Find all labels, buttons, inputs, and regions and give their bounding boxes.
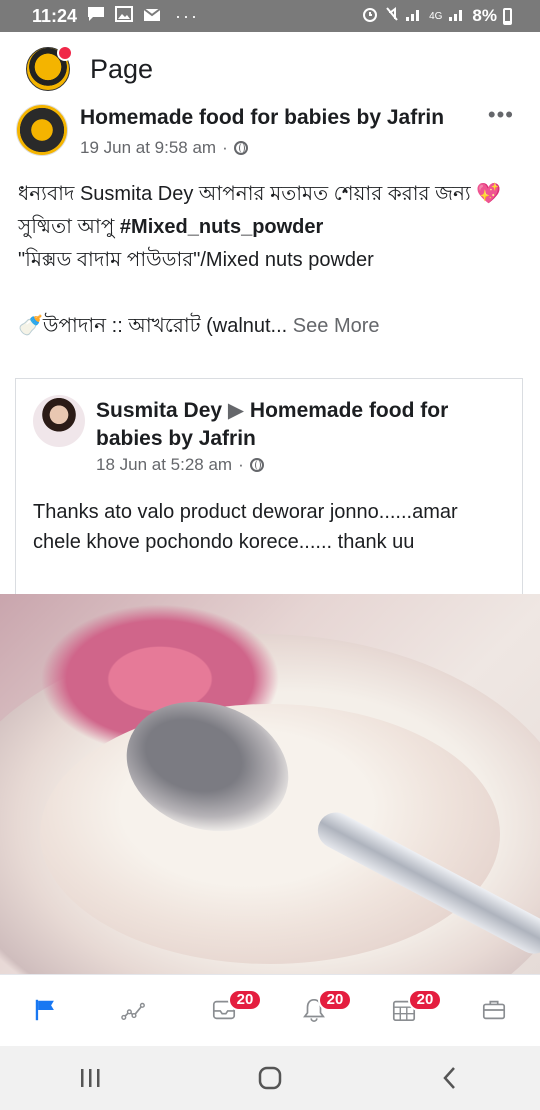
post-author-name[interactable]: Homemade food for babies by Jafrin: [80, 106, 444, 130]
back-button[interactable]: [420, 1058, 480, 1098]
signal-icon-2: [448, 6, 466, 27]
signal-icon: [405, 6, 423, 27]
arrow-right-icon: ▶: [227, 399, 245, 422]
text-segment: ধন্যবাদ: [18, 183, 80, 205]
post-line-blank: [18, 277, 518, 310]
tab-calendar[interactable]: 20: [384, 989, 442, 1029]
recents-button[interactable]: [60, 1058, 120, 1098]
post-meta: 19 Jun at 9:58 am ·: [80, 138, 248, 158]
shared-post-text: Thanks ato valo product deworar jonno...…: [33, 501, 458, 553]
see-more-link[interactable]: See More: [293, 315, 380, 337]
mail-icon: [143, 6, 161, 27]
notification-dot: [57, 45, 73, 61]
status-time: 11:24: [32, 5, 78, 26]
post-header: Homemade food for babies by Jafrin 19 Ju…: [0, 100, 540, 166]
text-segment: সুষ্মিতা আপু: [18, 216, 120, 238]
hashtag-link[interactable]: #Mixed_nuts_powder: [120, 216, 323, 238]
bottom-tab-bar: 20 20 20: [0, 974, 540, 1046]
text-segment: উপাদান :: আখরোট (walnut...: [42, 315, 288, 337]
image-icon: [115, 5, 134, 27]
back-icon: [443, 1067, 455, 1089]
globe-icon: [233, 141, 248, 155]
shared-post-title: Susmita Dey ▶ Homemade food for babies b…: [96, 397, 496, 453]
flag-icon: [35, 999, 54, 1021]
globe-icon: [249, 458, 264, 472]
status-bar: 11:24 ··· 4G 8%: [0, 0, 540, 32]
tab-notifications[interactable]: 20: [294, 989, 352, 1029]
shared-timestamp[interactable]: 18 Jun at 5:28 am: [96, 455, 232, 475]
bottle-emoji-icon: 🍼: [18, 315, 43, 337]
home-icon: [258, 1066, 282, 1090]
post-line-3: "মিক্সড বাদাম পাউডার"/Mixed nuts powder: [18, 249, 374, 271]
recents-icon: [81, 1069, 100, 1087]
notifications-badge: 20: [318, 989, 352, 1011]
separator-dot: ·: [238, 455, 244, 474]
battery-icon: [503, 7, 512, 25]
tab-page[interactable]: [26, 993, 66, 1029]
heart-emoji-icon: 💖: [476, 183, 502, 205]
mute-icon: [385, 6, 399, 27]
post-timestamp[interactable]: 19 Jun at 9:58 am: [80, 138, 216, 158]
tab-tools[interactable]: [474, 993, 514, 1029]
shared-post-meta: 18 Jun at 5:28 am ·: [96, 455, 264, 475]
mention-link[interactable]: Susmita Dey: [80, 183, 193, 205]
tab-inbox[interactable]: 20: [204, 989, 262, 1029]
app-bar: Page: [0, 32, 540, 106]
post-line-2: সুষ্মিতা আপু #Mixed_nuts_powder: [18, 211, 518, 244]
calendar-badge: 20: [408, 989, 442, 1011]
shared-author-avatar[interactable]: [33, 395, 85, 447]
network-label: 4G: [429, 10, 443, 22]
separator-dot: ·: [222, 138, 228, 157]
battery-percent: 8%: [472, 6, 497, 25]
author-avatar[interactable]: [16, 104, 68, 156]
text-segment: আপনার মতামত শেয়ার করার জন্য: [193, 183, 477, 205]
post-line-1: ধন্যবাদ Susmita Dey আপনার মতামত শেয়ার ক…: [18, 178, 518, 211]
post-photo[interactable]: [0, 594, 540, 974]
post-more-button[interactable]: •••: [488, 102, 514, 128]
post-line-4: 🍼উপাদান :: আখরোট (walnut... See More: [18, 310, 518, 343]
system-nav-bar: [0, 1046, 540, 1110]
home-button[interactable]: [240, 1058, 300, 1098]
post-body: ধন্যবাদ Susmita Dey আপনার মতামত শেয়ার ক…: [18, 178, 518, 343]
chat-icon: [87, 6, 105, 27]
shared-post-card[interactable]: Susmita Dey ▶ Homemade food for babies b…: [15, 378, 523, 594]
page-title: Page: [90, 53, 154, 84]
page-logo-avatar[interactable]: [26, 45, 73, 91]
tab-insights[interactable]: [114, 993, 154, 1029]
shared-author-name[interactable]: Susmita Dey: [96, 399, 222, 422]
briefcase-icon: [482, 1000, 506, 1020]
inbox-badge: 20: [228, 989, 262, 1011]
alarm-icon: [361, 5, 379, 28]
insights-icon: [121, 1002, 145, 1020]
more-icon: ···: [175, 5, 200, 26]
